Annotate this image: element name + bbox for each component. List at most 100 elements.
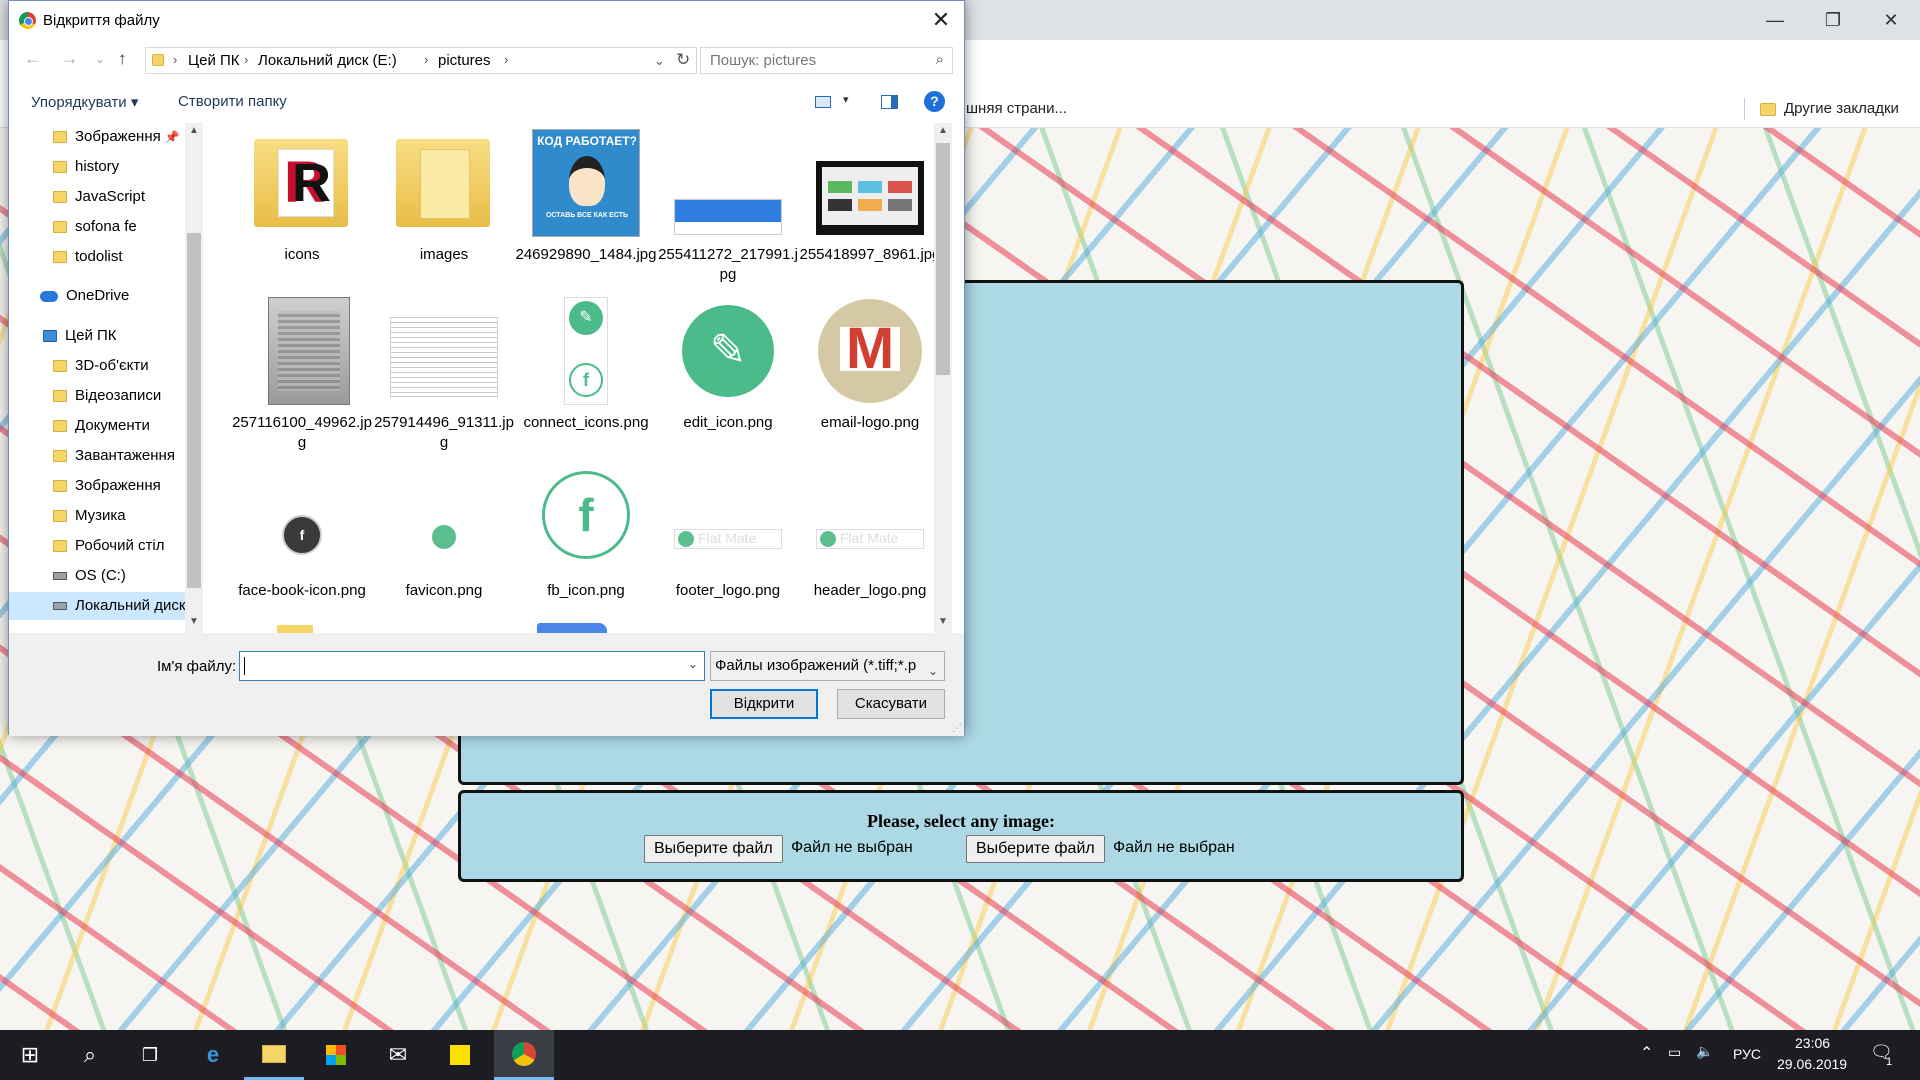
search-icon[interactable]: ⌕ [60, 1030, 120, 1080]
file-list-scrollbar[interactable]: ▲ ▼ [934, 123, 952, 633]
file-name: connect_icons.png [523, 414, 649, 431]
filename-input[interactable]: ⌄ [239, 651, 705, 681]
language-indicator[interactable]: РУС [1733, 1046, 1761, 1062]
view-mode-icon[interactable] [815, 96, 831, 108]
mail-icon[interactable]: ✉ [368, 1030, 428, 1080]
cancel-button[interactable]: Скасувати [837, 689, 945, 719]
file-type-select[interactable]: Файлы изображений (*.tiff;*.p ⌄ [710, 651, 945, 681]
pc-icon [43, 330, 57, 343]
address-dropdown-icon[interactable]: ⌄ [654, 53, 665, 69]
breadcrumb-drive[interactable]: Локальний диск (E:) [258, 52, 397, 69]
address-row: ← → ⌄ ↑ › Цей ПК › Локальний диск (E:) ›… [9, 41, 964, 79]
nav-item-desktop[interactable]: Робочий стіл [9, 532, 185, 560]
minimize-button[interactable]: — [1746, 0, 1804, 40]
nav-item-music[interactable]: Музика [9, 502, 185, 530]
choose-file-button-2[interactable]: Выберите файл [966, 835, 1105, 863]
new-folder-button[interactable]: Створити папку [178, 93, 287, 110]
edge-icon[interactable]: e [183, 1030, 243, 1080]
refresh-icon[interactable]: ↻ [676, 50, 690, 70]
file-name: email-logo.png [820, 414, 920, 431]
file-item[interactable]: 257914496_91311.jpg [373, 291, 515, 451]
file-item[interactable]: f fb_icon.png [515, 459, 657, 619]
nav-item-label: Цей ПК [65, 327, 117, 344]
choose-file-button-1[interactable]: Выберите файл [644, 835, 783, 863]
file-item[interactable]: 257116100_49962.jpg [231, 291, 373, 451]
dialog-close-button[interactable]: ✕ [918, 1, 964, 39]
address-bar[interactable]: › Цей ПК › Локальний диск (E:) › picture… [145, 47, 697, 74]
scroll-up-icon[interactable]: ▲ [938, 125, 948, 136]
breadcrumb-this-pc[interactable]: Цей ПК [188, 52, 240, 69]
nav-item-3d-objects[interactable]: 3D-об'єкти [9, 352, 185, 380]
resize-grip-icon[interactable]: ⋰ [952, 723, 962, 734]
store-icon[interactable] [306, 1030, 366, 1080]
nav-item-history[interactable]: history [9, 153, 185, 181]
nav-item-todolist[interactable]: todolist [9, 243, 185, 271]
battery-icon[interactable]: ▭ [1668, 1044, 1681, 1061]
recent-dropdown-icon[interactable]: ⌄ [95, 52, 105, 66]
chevron-down-icon[interactable]: ⌄ [688, 657, 698, 671]
sticky-notes-icon[interactable] [430, 1030, 490, 1080]
scroll-up-icon[interactable]: ▲ [189, 125, 199, 136]
help-icon[interactable]: ? [924, 91, 945, 112]
nav-item-downloads[interactable]: Завантаження [9, 442, 185, 470]
nav-item-pictures-pinned[interactable]: Зображення 📌 [9, 123, 185, 151]
file-item[interactable]: КОД РАБОТАЕТ? ОСТАВЬ ВСЕ КАК ЕСТЬ 246929… [515, 123, 657, 283]
nav-scrollbar[interactable]: ▲ ▼ [185, 123, 203, 633]
file-type-value: Файлы изображений (*.tiff;*.p [715, 657, 917, 674]
nav-item-local-disk[interactable]: Локальний диск [9, 592, 185, 620]
meme-thumbnail: КОД РАБОТАЕТ? ОСТАВЬ ВСЕ КАК ЕСТЬ [532, 129, 640, 237]
maximize-button[interactable]: ❐ [1804, 0, 1862, 40]
organize-button[interactable]: Упорядкувати ▾ [31, 93, 138, 111]
breadcrumb-pictures[interactable]: pictures [438, 52, 491, 69]
nav-item-pictures[interactable]: Зображення [9, 472, 185, 500]
close-window-button[interactable]: ✕ [1862, 0, 1920, 40]
nav-item-this-pc[interactable]: Цей ПК [9, 322, 185, 350]
breadcrumb-separator-icon: › [424, 52, 429, 67]
nav-item-os-c[interactable]: OS (C:) [9, 562, 185, 590]
scroll-down-icon[interactable]: ▼ [938, 616, 948, 627]
up-arrow-icon[interactable]: ↑ [118, 49, 127, 69]
file-item[interactable]: 255411272_217991.jpg [657, 123, 799, 283]
volume-icon[interactable]: 🔈 [1696, 1043, 1713, 1060]
back-arrow-icon[interactable]: ← [24, 49, 41, 69]
file-item[interactable]: R R icons [231, 123, 373, 283]
open-button[interactable]: Відкрити [710, 689, 818, 719]
tray-chevron-icon[interactable]: ⌃ [1640, 1043, 1653, 1063]
navigation-pane: Зображення 📌 history JavaScript sofona fe… [9, 123, 206, 633]
dialog-titlebar[interactable]: Відкриття файлу ✕ [9, 1, 964, 39]
file-explorer-icon[interactable] [244, 1030, 304, 1080]
chevron-down-icon: ⌄ [923, 657, 938, 680]
file-item[interactable]: 255418997_8961.jpg [799, 123, 941, 283]
nav-item-videos[interactable]: Відеозаписи [9, 382, 185, 410]
file-item[interactable]: Flat Mate header_logo.png [799, 459, 941, 619]
bookmarks-divider [1744, 98, 1745, 120]
bookmark-item[interactable]: шняя страни... [966, 90, 1067, 128]
file-item[interactable]: favicon.png [373, 459, 515, 619]
nav-item-documents[interactable]: Документи [9, 412, 185, 440]
scroll-down-icon[interactable]: ▼ [189, 616, 199, 627]
clock-time[interactable]: 23:06 [1795, 1035, 1830, 1051]
task-view-icon[interactable]: ❐ [120, 1030, 180, 1080]
search-input[interactable]: Пошук: pictures ⌕ [700, 47, 953, 74]
view-dropdown-icon[interactable]: ▾ [843, 93, 849, 106]
nav-item-javascript[interactable]: JavaScript [9, 183, 185, 211]
nav-item-sofona[interactable]: sofona fe [9, 213, 185, 241]
other-bookmarks[interactable]: Другие закладки [1760, 90, 1899, 128]
nav-scroll-thumb[interactable] [187, 233, 201, 588]
forward-arrow-icon[interactable]: → [61, 49, 78, 69]
nav-item-label: JavaScript [75, 188, 146, 205]
folder-icon [53, 510, 67, 523]
file-item[interactable]: Flat Mate footer_logo.png [657, 459, 799, 619]
file-item[interactable]: ✎ f connect_icons.png [515, 291, 657, 451]
file-scroll-thumb[interactable] [936, 143, 950, 375]
windows-start-icon[interactable]: ⊞ [0, 1030, 60, 1080]
file-item[interactable]: ✎ edit_icon.png [657, 291, 799, 451]
clock-date[interactable]: 29.06.2019 [1777, 1056, 1847, 1072]
nav-item-onedrive[interactable]: OneDrive [9, 282, 185, 310]
image-thumbnail [674, 129, 782, 237]
preview-pane-icon[interactable] [881, 95, 898, 109]
chrome-taskbar-icon[interactable] [494, 1030, 554, 1080]
file-item[interactable]: M email-logo.png [799, 291, 941, 451]
file-item[interactable]: f face-book-icon.png [231, 459, 373, 619]
file-item[interactable]: images [373, 123, 515, 283]
